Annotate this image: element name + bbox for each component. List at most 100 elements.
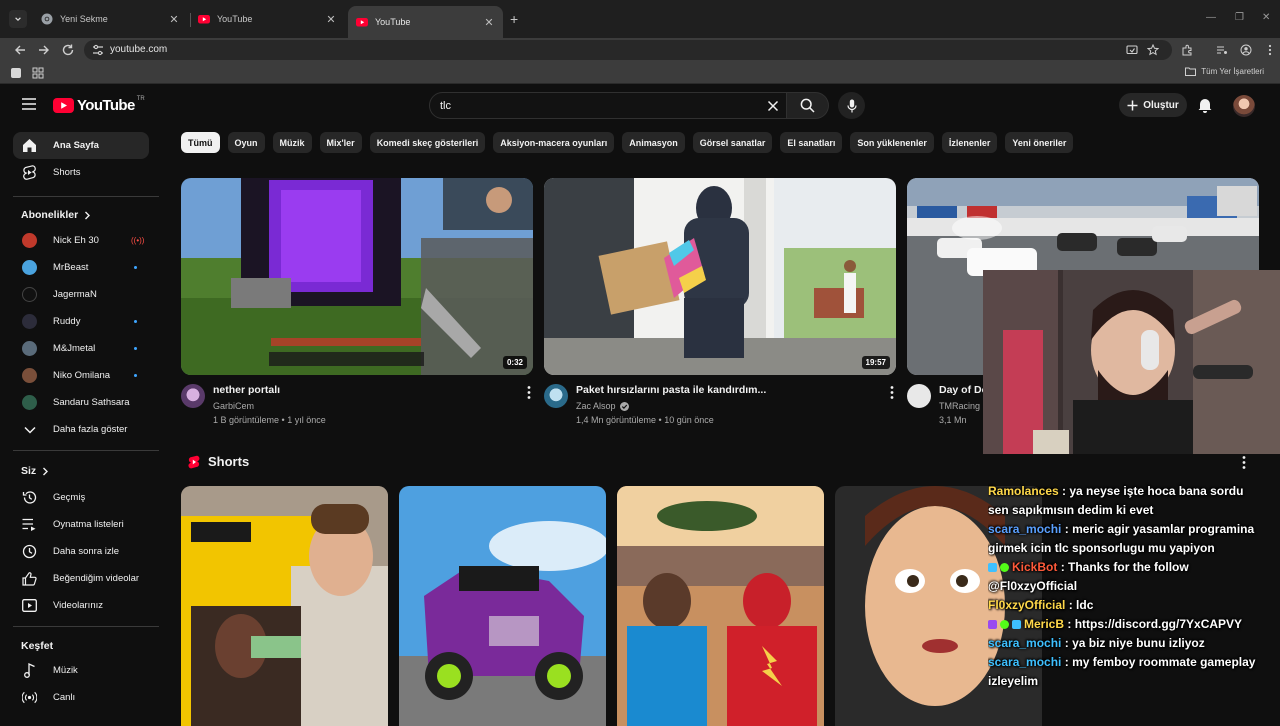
more-vertical-icon[interactable]	[1242, 456, 1246, 469]
more-vertical-icon[interactable]	[1264, 44, 1276, 56]
search-input[interactable]: tlc	[440, 100, 451, 112]
chat-message: scara_mochi : meric agir yasamlar progra…	[988, 520, 1280, 539]
tab-search-button[interactable]	[9, 10, 27, 28]
sidebar-item-subscription[interactable]: Ruddy	[13, 308, 149, 335]
sidebar-item-home[interactable]: Ana Sayfa	[13, 132, 149, 159]
sidebar-item-your-videos[interactable]: Videolarınız	[13, 592, 149, 619]
notifications-bell-icon[interactable]	[1198, 97, 1212, 113]
cast-icon[interactable]	[1126, 44, 1138, 56]
chat-username: Fl0xzyOfficial	[988, 598, 1066, 612]
chip-new-to-you[interactable]: Yeni öneriler	[1005, 132, 1074, 153]
close-icon[interactable]: ✕	[325, 13, 337, 26]
window-close-button[interactable]: ✕	[1262, 12, 1270, 23]
chip-watched[interactable]: İzlenenler	[941, 132, 998, 153]
sidebar-item-subscription[interactable]: Sandaru Sathsara	[13, 389, 149, 416]
chip-visual-arts[interactable]: Görsel sanatlar	[692, 132, 773, 153]
chip-gaming[interactable]: Oyun	[227, 132, 265, 153]
voice-search-button[interactable]	[838, 92, 865, 119]
profile-icon[interactable]	[1240, 44, 1252, 56]
explore-heading: Keşfet	[21, 640, 53, 652]
video-title[interactable]: nether portalı	[213, 384, 280, 396]
short-card[interactable]	[181, 486, 388, 726]
minimize-button[interactable]: —	[1206, 12, 1216, 23]
all-bookmarks-button[interactable]: Tüm Yer İşaretleri	[1185, 67, 1264, 76]
app-icon[interactable]	[11, 68, 21, 78]
search-button[interactable]	[787, 92, 829, 119]
sidebar-item-subscription[interactable]: Nick Eh 30 ((•))	[13, 227, 149, 254]
short-card[interactable]	[399, 486, 606, 726]
chip-all[interactable]: Tümü	[181, 132, 220, 153]
close-icon[interactable]: ✕	[483, 16, 495, 29]
more-vertical-icon[interactable]	[890, 386, 894, 399]
site-info-icon[interactable]	[92, 44, 104, 56]
back-arrow-icon[interactable]	[13, 43, 27, 57]
sidebar-item-subscription[interactable]: MrBeast	[13, 254, 149, 281]
video-duration: 19:57	[861, 356, 890, 369]
create-button[interactable]: Oluştur	[1119, 93, 1187, 117]
menu-icon[interactable]	[22, 98, 36, 110]
chip-animation[interactable]: Animasyon	[622, 132, 685, 153]
shorts-icon	[22, 165, 37, 180]
subscriptions-heading[interactable]: Abonelikler	[21, 209, 91, 221]
video-details: Paket hırsızlarını pasta ile kandırdım..…	[544, 384, 896, 440]
bookmark-star-icon[interactable]	[1147, 44, 1159, 56]
video-thumbnail[interactable]: 19:57	[544, 178, 896, 375]
chat-username: scara_mochi	[988, 636, 1062, 650]
channel-avatar[interactable]	[907, 384, 931, 408]
video-card[interactable]: 0:32 nether portalı GarbiCem 1 B görüntü…	[181, 178, 533, 440]
channel-name[interactable]: GarbiCem	[213, 401, 254, 411]
forward-arrow-icon[interactable]	[37, 43, 51, 57]
chip-recently-uploaded[interactable]: Son yüklenenler	[850, 132, 934, 153]
video-thumbnail[interactable]: 0:32	[181, 178, 533, 375]
address-bar[interactable]: youtube.com	[84, 40, 1172, 60]
apps-grid-icon[interactable]	[32, 67, 44, 79]
browser-tab-2[interactable]: YouTube ✕	[190, 6, 345, 32]
short-card[interactable]	[617, 486, 824, 726]
chat-message: @Fl0xzyOfficial	[988, 577, 1280, 596]
chip-crafts[interactable]: El sanatları	[780, 132, 843, 153]
video-title[interactable]: Day of De	[939, 384, 987, 396]
sidebar-item-liked-videos[interactable]: Beğendiğim videolar	[13, 565, 149, 592]
sidebar-item-shorts[interactable]: Shorts	[13, 159, 149, 186]
more-vertical-icon[interactable]	[527, 386, 531, 399]
channel-avatar[interactable]	[544, 384, 568, 408]
clear-search-icon[interactable]	[766, 99, 780, 113]
you-heading[interactable]: Siz	[21, 465, 49, 477]
sidebar-item-history[interactable]: Geçmiş	[13, 484, 149, 511]
chip-action-adventure[interactable]: Aksiyon-macera oyunları	[493, 132, 615, 153]
browser-tab-1[interactable]: Yeni Sekme ✕	[33, 6, 188, 32]
shorts-logo-icon	[188, 455, 200, 468]
chevron-right-icon	[43, 467, 49, 475]
chat-message: izleyelim	[988, 672, 1280, 691]
search-box[interactable]: tlc	[429, 92, 787, 119]
video-stats: 3,1 Mn	[939, 415, 967, 425]
video-title[interactable]: Paket hırsızlarını pasta ile kandırdım..…	[576, 384, 766, 396]
sidebar-item-watch-later[interactable]: Daha sonra izle	[13, 538, 149, 565]
new-tab-button[interactable]: +	[510, 12, 518, 26]
account-avatar[interactable]	[1233, 95, 1255, 117]
youtube-logo[interactable]: YouTube TR	[53, 96, 145, 114]
reload-icon[interactable]	[61, 43, 75, 57]
sidebar-item-subscription[interactable]: JagermaN	[13, 281, 149, 308]
chat-text: : meric agir yasamlar programina	[1064, 522, 1255, 536]
sidebar-item-music[interactable]: Müzik	[13, 657, 149, 684]
stream-chat-overlay: Ramolances : ya neyse işte hoca bana sor…	[988, 482, 1280, 691]
sidebar-item-show-more[interactable]: Daha fazla göster	[13, 416, 149, 443]
sidebar-item-live[interactable]: Canlı	[13, 684, 149, 711]
sidebar-item-subscription[interactable]: M&Jmetal	[13, 335, 149, 362]
maximize-button[interactable]: ❐	[1235, 12, 1244, 23]
chat-text: : https://discord.gg/7YxCAPVY	[1067, 617, 1243, 631]
extensions-icon[interactable]	[1181, 44, 1193, 56]
sidebar-item-subscription[interactable]: Niko Omilana	[13, 362, 149, 389]
browser-tab-3[interactable]: YouTube ✕	[348, 6, 503, 38]
chip-sketch-comedy[interactable]: Komedi skeç gösterileri	[369, 132, 486, 153]
video-card[interactable]: 19:57 Paket hırsızlarını pasta ile kandı…	[544, 178, 896, 440]
channel-avatar[interactable]	[181, 384, 205, 408]
channel-name[interactable]: TMRacing	[939, 401, 980, 411]
chip-mixes[interactable]: Mix'ler	[319, 132, 362, 153]
channel-name[interactable]: Zac Alsop	[576, 401, 629, 411]
close-icon[interactable]: ✕	[168, 13, 180, 26]
media-controls-icon[interactable]	[1216, 44, 1228, 56]
sidebar-item-playlists[interactable]: Oynatma listeleri	[13, 511, 149, 538]
chip-music[interactable]: Müzik	[272, 132, 312, 153]
